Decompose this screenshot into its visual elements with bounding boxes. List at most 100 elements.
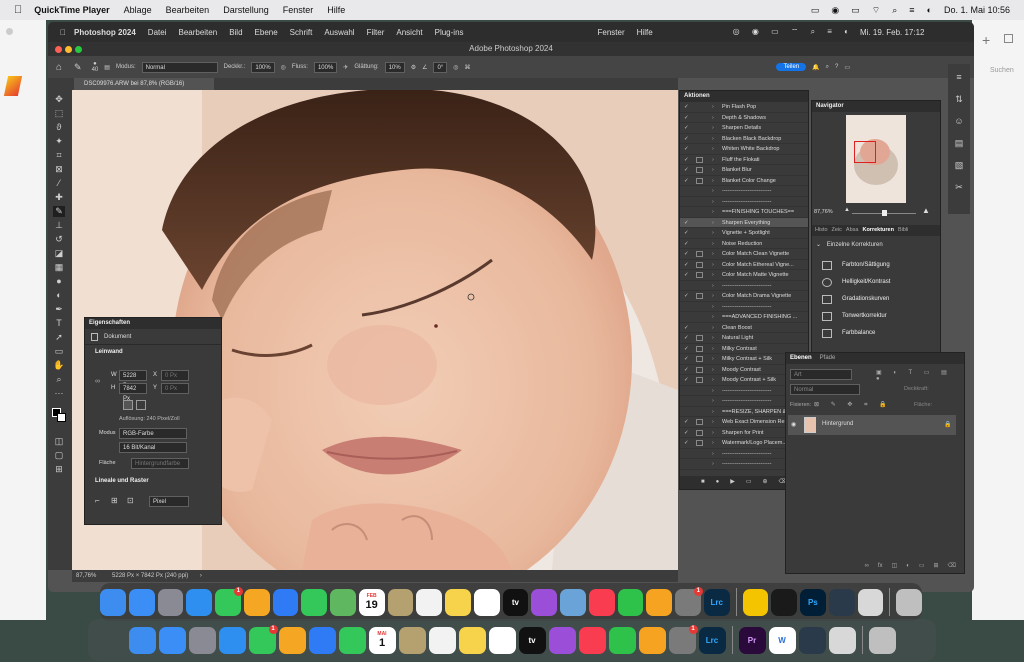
group-icon[interactable]: ▭ [919,560,925,573]
chevron-right-icon[interactable]: › [712,155,714,165]
lock-icons[interactable]: ⊠ ✎ ✥ ⌗ 🔒 [814,401,892,409]
dock-finder-icon[interactable] [100,588,126,616]
ruler-icon[interactable]: ⌐ [95,496,100,505]
action-item[interactable]: › --------------------------- [680,302,808,312]
chevron-right-icon[interactable]: › [712,281,714,291]
chevron-right-icon[interactable]: › [712,123,714,133]
zoom-out-icon[interactable]: ▲ [844,207,850,213]
action-item[interactable]: ✓ › Sharpen Everything [680,217,808,228]
chevron-right-icon[interactable]: › [712,165,714,175]
y-field[interactable]: 0 Px [161,383,189,394]
new-tab-plus-icon[interactable]: + [982,32,990,48]
airbrush-icon[interactable]: ✈ [343,64,348,71]
brush-size[interactable]: ● 40 [92,61,99,73]
checkmark-icon[interactable]: ✓ [684,218,689,228]
menu-darstellung[interactable]: Darstellung [223,5,269,15]
dock-vorschau-icon[interactable] [857,588,884,616]
chevron-right-icon[interactable]: › [712,207,714,217]
dock-notizen-app-icon[interactable] [387,588,414,616]
adjustment-color-balance[interactable]: Farbbalance [812,325,932,342]
checkmark-icon[interactable]: ✓ [684,176,689,186]
screen-mirror-icon[interactable]: ▭ [811,5,820,16]
dialog-toggle-icon[interactable] [696,366,703,373]
unit-select[interactable]: Pixel [149,496,189,507]
dialog-toggle-icon[interactable] [696,261,703,268]
menu-bearbeiten[interactable]: Bearbeiten [178,28,217,37]
mode-select[interactable]: RGB-Farbe [119,428,187,439]
checkmark-icon[interactable]: ✓ [684,260,689,270]
dock-quicktime-icon[interactable] [798,626,826,654]
more-tools-icon[interactable]: ··· [53,388,65,399]
dock-papierkorb-icon[interactable] [896,588,922,616]
dialog-toggle-icon[interactable] [696,429,703,436]
chevron-right-icon[interactable]: › [712,260,714,270]
dock-podcasts-icon[interactable] [531,588,558,616]
dock-fotos-icon[interactable] [278,626,306,654]
adjustment-brightness-contrast[interactable]: Helligkeit/Kontrast [812,274,932,291]
action-item[interactable]: ✓ › Sharpen Details [680,123,808,134]
search-icon[interactable]: ⌕ [892,5,897,16]
menu-ebene[interactable]: Ebene [255,28,278,37]
navigator-tab[interactable]: Navigator [812,101,940,112]
landscape-orientation-button[interactable] [136,400,146,410]
tab-pfade[interactable]: Pfade [820,353,836,364]
action-item[interactable]: ✓ › Whiten White Backdrop [680,144,808,155]
dock-pages-icon[interactable] [646,588,673,616]
checkmark-icon[interactable]: ✓ [684,155,689,165]
pressure-size-icon[interactable]: ◎ [453,64,458,71]
brush-panel-icon[interactable]: ▤ [104,64,110,71]
new-set-icon[interactable]: ▭ [746,476,752,489]
menu-hilfe[interactable]: Hilfe [637,28,653,37]
zoom-in-icon[interactable]: ▲ [922,206,930,215]
adjustments-group-title[interactable]: ⌄ Einzelne Korrekturen [816,241,883,248]
blur-tool-icon[interactable]: ● [53,276,65,287]
dialog-toggle-icon[interactable] [696,440,703,446]
action-item[interactable]: › ===ADVANCED FINISHING ... [680,312,808,323]
checkmark-icon[interactable]: ✓ [684,144,689,154]
checkmark-icon[interactable]: ✓ [684,344,689,354]
checkmark-icon[interactable]: ✓ [684,113,689,123]
navigator-preview[interactable] [846,115,906,203]
dialog-toggle-icon[interactable] [696,177,703,184]
dock-numbers-icon[interactable] [617,588,644,616]
chevron-right-icon[interactable]: › [712,186,714,196]
layers-panel-icon[interactable]: ▤ [953,138,965,149]
document-tab[interactable]: DSC09976.ARW bei 87,8% (RGB/16) [74,78,214,90]
action-item[interactable]: › --------------------------- [680,186,808,197]
pen-tool-icon[interactable]: ✒ [53,304,65,315]
menu-filter[interactable]: Filter [367,28,385,37]
dock-keynote-icon[interactable] [308,626,336,654]
quick-mask-icon[interactable]: ◫ [53,436,65,447]
dock-photoshop-icon[interactable]: Ps [800,588,826,616]
link-icon[interactable]: ∞ [95,378,100,385]
checkmark-icon[interactable]: ✓ [684,417,689,427]
frame-tool-icon[interactable]: ⊠ [53,164,65,175]
chevron-right-icon[interactable]: › [712,197,714,207]
path-select-tool-icon[interactable]: ➚ [53,332,65,343]
dialog-toggle-icon[interactable] [696,335,703,341]
action-item[interactable]: ✓ › Color Match Matte Vignette [680,270,808,281]
visibility-eye-icon[interactable]: ◉ [791,421,796,428]
mask-icon[interactable]: ◫ [892,560,898,573]
stop-icon[interactable]: ■ [701,476,705,489]
properties-panel-icon[interactable]: ≡ [953,72,965,83]
chevron-right-icon[interactable]: › [712,239,714,249]
tab-paragraph[interactable]: Absa [846,225,859,236]
close-button[interactable] [55,46,62,53]
properties-tab[interactable]: Eigenschaften [85,318,221,329]
menu-ablage[interactable]: Ablage [124,5,152,15]
checkmark-icon[interactable]: ✓ [684,428,689,438]
dialog-toggle-icon[interactable] [696,419,703,425]
home-icon[interactable]: ⌂ [56,62,62,73]
new-layer-icon[interactable]: ⊞ [933,560,938,573]
opacity-field[interactable]: 100% [251,61,275,73]
wifi-icon[interactable]: ⌔ [872,5,880,16]
dock-podcasts-icon[interactable] [548,626,576,654]
record-icon[interactable]: ◉ [831,5,839,16]
dock-safari-icon[interactable] [186,588,213,616]
action-item[interactable]: ✓ › Color Match Drama Vignette [680,291,808,302]
type-tool-icon[interactable]: T [53,318,65,329]
dodge-tool-icon[interactable]: ◐ [53,290,65,301]
apple-icon[interactable]:  [14,4,22,16]
action-item[interactable]: › --------------------------- [680,197,808,207]
